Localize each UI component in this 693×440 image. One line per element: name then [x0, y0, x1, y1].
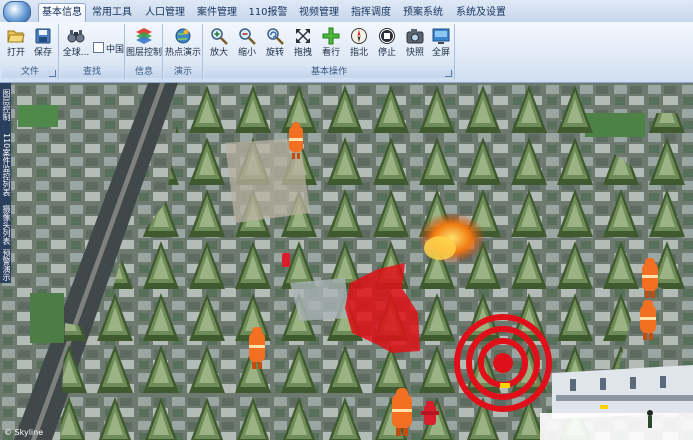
layers-icon: [136, 28, 152, 44]
group-basic-operations: 放大 缩小 旋转 拖拽 看行 指北 停止 快照 全屏 基本操作: [204, 24, 455, 79]
fire-flame-icon[interactable]: [418, 212, 486, 264]
group-file: 打开 保存 文件: [2, 24, 59, 79]
open-button[interactable]: 打开: [4, 26, 28, 64]
folder-open-icon: [7, 30, 25, 43]
group-label-demo: 演示: [164, 66, 202, 78]
building-roof: [290, 278, 350, 321]
compass-icon: [351, 28, 367, 44]
checkbox-box[interactable]: [93, 42, 104, 53]
park-patch: [18, 105, 58, 127]
zoom-out-icon: [239, 28, 256, 45]
zoom-in-icon: [211, 28, 228, 45]
save-icon: [35, 28, 51, 44]
side-panel-tabs: 图层控制 110案件监控列表 摄像头列表 预警演示: [0, 83, 11, 283]
stop-icon: [379, 28, 395, 44]
snapshot-button[interactable]: 快照: [402, 26, 428, 64]
walk-icon: [322, 27, 340, 45]
binoculars-icon: [67, 30, 85, 43]
rotate-icon: [267, 28, 284, 45]
map-watermark: © Skyline: [4, 428, 44, 437]
tab-cases[interactable]: 案件管理: [194, 4, 240, 22]
tab-basic-info[interactable]: 基本信息: [38, 3, 86, 23]
tab-plans[interactable]: 预案系统: [400, 4, 446, 22]
side-tab-camera-list[interactable]: 摄像头列表: [0, 205, 11, 245]
tab-video[interactable]: 视频管理: [296, 4, 342, 22]
fire-hydrant-icon[interactable]: [282, 253, 290, 267]
tab-common-tools[interactable]: 常用工具: [90, 4, 134, 22]
group-info: 图层控制 信息: [126, 24, 163, 79]
map-scene: [0, 83, 693, 440]
group-label-query: 查找: [60, 66, 124, 78]
save-button[interactable]: 保存: [31, 26, 55, 64]
group-label-basic-operations: 基本操作: [204, 66, 454, 78]
group-basic-operations-launcher[interactable]: [445, 70, 452, 77]
north-button[interactable]: 指北: [346, 26, 372, 64]
side-tab-warning-demo[interactable]: 预警演示: [0, 247, 11, 283]
tab-110-alarm[interactable]: 110报警: [246, 4, 290, 22]
group-file-launcher[interactable]: [49, 70, 56, 77]
walk-button[interactable]: 看行: [318, 26, 344, 64]
building-station: [552, 365, 693, 419]
globe-hotspot-icon: [175, 28, 191, 44]
tab-dispatch[interactable]: 指挥调度: [348, 4, 394, 22]
fullscreen-button[interactable]: 全屏: [428, 26, 454, 64]
fire-core: [424, 236, 456, 260]
rotate-button[interactable]: 旋转: [262, 26, 288, 64]
stop-button[interactable]: 停止: [374, 26, 400, 64]
side-tab-110-case-list[interactable]: 110案件监控列表: [0, 127, 11, 203]
drag-icon: [296, 29, 310, 43]
map-3d-view[interactable]: [0, 83, 693, 440]
hotspot-demo-button[interactable]: 热点演示: [164, 26, 202, 64]
drag-button[interactable]: 拖拽: [290, 26, 316, 64]
tab-population[interactable]: 人口管理: [142, 4, 188, 22]
forest-area: [60, 323, 120, 440]
zoom-out-button[interactable]: 缩小: [234, 26, 260, 64]
side-tab-layer-control[interactable]: 图层控制: [0, 85, 11, 125]
park-patch: [30, 293, 64, 343]
group-label-info: 信息: [126, 66, 162, 78]
camera-icon: [406, 29, 424, 44]
layer-control-button[interactable]: 图层控制: [126, 26, 162, 64]
tab-settings[interactable]: 系统及设置: [452, 4, 510, 22]
application-menu-button[interactable]: [3, 1, 31, 23]
fullscreen-icon: [432, 28, 450, 44]
group-demo: 热点演示 演示: [164, 24, 203, 79]
global-search-button[interactable]: 全球...: [62, 26, 90, 64]
china-checkbox[interactable]: 中国: [93, 42, 124, 55]
group-query: 全球... 中国 查找: [60, 24, 125, 79]
alert-target-icon[interactable]: [454, 314, 552, 412]
zoom-in-button[interactable]: 放大: [206, 26, 232, 64]
ground-plaza: [540, 413, 693, 440]
ribbon: 打开 保存 文件 全球... 中国 查找 图层控制 信息 热点演示 演示 放大 …: [0, 22, 693, 83]
ribbon-tab-bar: 基本信息 常用工具 人口管理 案件管理 110报警 视频管理 指挥调度 预案系统…: [0, 0, 693, 23]
